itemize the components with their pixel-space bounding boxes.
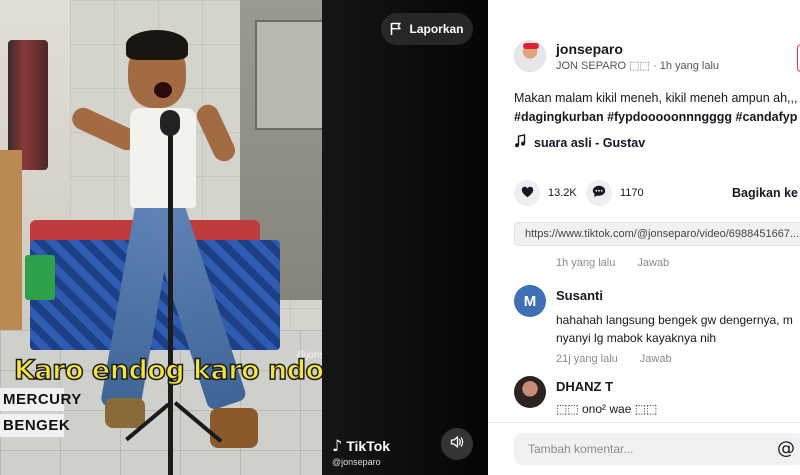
comment-time: 21j yang lalu bbox=[556, 353, 618, 365]
sound-label: suara asli - Gustav bbox=[534, 135, 646, 150]
music-note-icon bbox=[514, 134, 526, 151]
author-header[interactable]: jonseparo JON SEPARO ⬚⬚ · 1h yang lalu bbox=[514, 40, 719, 72]
video-link-box[interactable]: https://www.tiktok.com/@jonseparo/video/… bbox=[514, 222, 800, 246]
comment-action: 1170 bbox=[586, 180, 644, 206]
tiktok-video-page: @jonseparo Karo endog karo ndog MERCURY … bbox=[0, 0, 800, 475]
tiktok-watermark: ♪ TikTok @jonseparo bbox=[332, 436, 390, 467]
share-label[interactable]: Bagikan ke bbox=[732, 186, 798, 200]
video-badge-line-2: BENGEK bbox=[0, 414, 70, 437]
flag-icon bbox=[390, 22, 402, 36]
comment-input[interactable] bbox=[514, 433, 800, 465]
person-shoe-left bbox=[105, 398, 145, 428]
comment-composer: @ bbox=[488, 422, 800, 475]
watermark-brand: TikTok bbox=[346, 437, 391, 454]
at-sign-icon[interactable]: @ bbox=[777, 438, 795, 459]
person-mouth bbox=[154, 82, 172, 98]
video-badge-line-1: MERCURY bbox=[0, 388, 81, 411]
person-shoe-right bbox=[210, 408, 258, 448]
comment-text: hahahah langsung bengek gw dengernya, m … bbox=[556, 311, 793, 347]
author-avatar[interactable] bbox=[514, 40, 546, 72]
post-sound[interactable]: suara asli - Gustav bbox=[514, 134, 645, 151]
speaker-icon bbox=[450, 435, 464, 454]
video-scene-window bbox=[255, 20, 325, 130]
comment-count: 1170 bbox=[620, 187, 644, 199]
video-caption: Karo endog karo ndog bbox=[13, 354, 343, 387]
previous-comment-meta: 1h yang lalu Jawab bbox=[556, 257, 669, 269]
action-bar: 13.2K 1170 Bagikan ke bbox=[514, 180, 800, 208]
comments-list: 1h yang lalu Jawab M Susanti hahahah lan… bbox=[488, 250, 800, 422]
author-username[interactable]: jonseparo bbox=[556, 41, 719, 57]
commenter-name[interactable]: DHANZ T bbox=[556, 379, 657, 394]
mic-stand bbox=[168, 120, 173, 475]
post-description: Makan malam kikil meneh, kikil meneh amp… bbox=[514, 91, 798, 105]
comment-button[interactable] bbox=[586, 180, 612, 206]
report-button[interactable]: Laporkan bbox=[381, 13, 473, 45]
author-subline: JON SEPARO ⬚⬚ · 1h yang lalu bbox=[556, 59, 720, 72]
commenter-avatar[interactable]: M bbox=[514, 285, 546, 317]
like-count: 13.2K bbox=[548, 187, 577, 199]
reply-button[interactable]: Jawab bbox=[640, 353, 672, 365]
video-scene-door bbox=[0, 150, 22, 350]
commenter-name[interactable]: Susanti bbox=[556, 288, 793, 303]
person-hair bbox=[126, 30, 188, 60]
tiktok-logo-icon: ♪ bbox=[332, 436, 343, 455]
comment-time: 1h yang lalu bbox=[556, 257, 616, 269]
details-panel: jonseparo JON SEPARO ⬚⬚ · 1h yang lalu M… bbox=[488, 0, 800, 475]
comment-text-line: hahahah langsung bengek gw dengernya, m bbox=[556, 313, 793, 327]
comment-meta: 21j yang lalu Jawab bbox=[556, 353, 793, 365]
comment-item: DHANZ T ⬚⬚ ono² wae ⬚⬚ bbox=[514, 376, 657, 418]
post-hashtags[interactable]: #dagingkurban #fypdooooonnngggg #candafy… bbox=[514, 110, 797, 124]
video-backdrop bbox=[322, 0, 488, 475]
like-action: 13.2K bbox=[514, 180, 577, 206]
commenter-avatar[interactable] bbox=[514, 376, 546, 408]
watermark-user: @jonseparo bbox=[332, 457, 381, 467]
like-button[interactable] bbox=[514, 180, 540, 206]
comment-text: ⬚⬚ ono² wae ⬚⬚ bbox=[556, 402, 658, 416]
volume-button[interactable] bbox=[441, 428, 473, 460]
video-badge-block: MERCURY BENGEK bbox=[0, 388, 81, 440]
comment-text-line: nyanyi lg mabok kayaknya nih bbox=[556, 331, 717, 345]
heart-icon bbox=[521, 186, 534, 201]
video-panel: @jonseparo Karo endog karo ndog MERCURY … bbox=[0, 0, 488, 475]
microphone bbox=[160, 110, 180, 136]
report-label: Laporkan bbox=[409, 22, 464, 36]
comment-item: M Susanti hahahah langsung bengek gw den… bbox=[514, 285, 793, 365]
reply-button[interactable]: Jawab bbox=[637, 257, 669, 269]
chat-bubble-icon bbox=[592, 185, 606, 201]
video-scene-stool bbox=[25, 255, 55, 300]
